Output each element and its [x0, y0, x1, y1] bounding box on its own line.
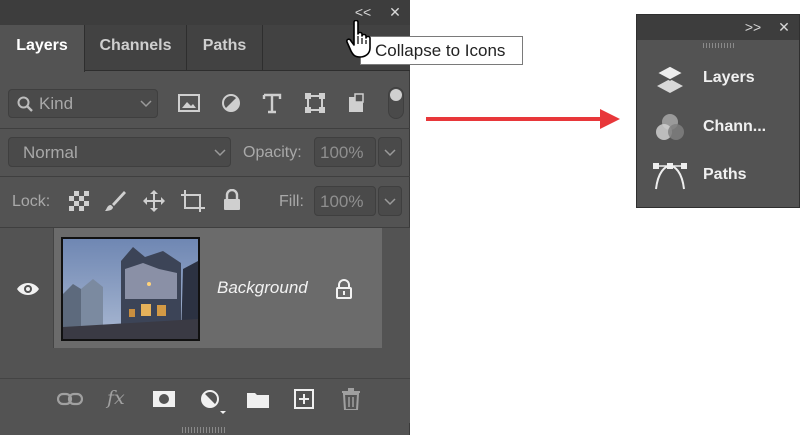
collapsed-panel-titlebar: >> ✕	[637, 15, 799, 40]
layer-item-background[interactable]: Background	[54, 228, 382, 348]
opacity-dropdown-button[interactable]	[378, 137, 402, 167]
tab-channels[interactable]: Channels	[85, 25, 187, 71]
eye-icon	[17, 283, 39, 295]
collapsed-item-label: Chann...	[703, 118, 767, 135]
layer-row[interactable]: Background	[0, 228, 382, 348]
layers-icon	[655, 65, 685, 93]
close-icon: ✕	[778, 19, 790, 35]
collapsed-item-label: Layers	[703, 69, 755, 86]
tab-layers[interactable]: Layers	[0, 25, 85, 72]
collapsed-item-label: Paths	[703, 166, 747, 183]
folder-icon[interactable]	[247, 390, 269, 408]
lock-label: Lock:	[12, 193, 51, 210]
layer-visibility-toggle[interactable]	[0, 228, 54, 348]
pixel-layer-filter-icon[interactable]	[178, 93, 200, 113]
toggle-knob	[390, 89, 402, 101]
fill-input[interactable]: 100%	[314, 186, 376, 216]
search-icon	[17, 96, 33, 112]
opacity-label: Opacity:	[243, 144, 302, 161]
fill-value: 100%	[320, 192, 364, 211]
lock-artboard-icon[interactable]	[180, 189, 206, 213]
layer-lock-icon[interactable]	[335, 279, 353, 299]
tab-paths[interactable]: Paths	[187, 25, 263, 71]
panel-drag-grip[interactable]	[703, 43, 735, 48]
paths-icon	[653, 163, 687, 190]
lock-position-move-icon[interactable]	[142, 189, 166, 213]
shape-layer-filter-icon[interactable]	[304, 92, 326, 114]
smart-object-filter-icon[interactable]	[346, 92, 366, 114]
add-mask-icon[interactable]	[153, 389, 175, 409]
blend-mode-dropdown[interactable]: Normal	[8, 137, 231, 167]
panel-resize-grip[interactable]	[182, 427, 226, 433]
chevron-down-icon	[384, 149, 396, 157]
screenshot-stage: << ✕ Layers Channels Paths Kind Normal O…	[0, 0, 800, 435]
street-photo-thumbnail	[63, 239, 198, 339]
double-chevron-right-icon: >>	[744, 19, 762, 35]
tooltip: Collapse to Icons	[360, 36, 523, 65]
channels-icon	[656, 114, 684, 140]
lock-image-pixels-brush-icon[interactable]	[103, 189, 127, 213]
lock-transparent-pixels-icon[interactable]	[69, 191, 89, 211]
type-layer-filter-icon[interactable]	[262, 92, 282, 114]
fx-icon[interactable]: fx	[107, 387, 125, 409]
collapse-to-icons-button[interactable]: <<	[354, 3, 372, 21]
collapsed-item-layers[interactable]: Layers	[637, 59, 799, 99]
layers-empty-area	[0, 348, 382, 378]
adjustment-layer-icon[interactable]	[200, 389, 228, 415]
chevron-down-icon	[384, 198, 396, 206]
layers-scrollbar[interactable]	[382, 228, 410, 378]
hand-pointer-cursor-icon	[346, 20, 371, 58]
opacity-input[interactable]: 100%	[314, 137, 376, 167]
collapsed-item-channels[interactable]: Chann...	[637, 108, 799, 148]
new-layer-icon[interactable]	[294, 389, 314, 409]
trash-icon[interactable]	[342, 388, 360, 410]
filter-toggle-switch[interactable]	[388, 87, 404, 119]
filter-kind-dropdown[interactable]: Kind	[8, 89, 158, 118]
layers-bottom-toolbar: fx	[0, 378, 410, 423]
layer-thumbnail[interactable]	[61, 237, 200, 341]
collapsed-icon-panel: >> ✕ Layers Chann... Paths	[636, 14, 800, 208]
layers-panel-expanded: << ✕ Layers Channels Paths Kind Normal O…	[0, 0, 410, 435]
chevron-down-icon	[214, 149, 226, 157]
divider	[0, 128, 410, 129]
divider	[0, 176, 410, 177]
close-panel-button[interactable]: ✕	[386, 3, 404, 21]
red-arrow-icon	[426, 109, 620, 129]
fill-dropdown-button[interactable]	[378, 186, 402, 216]
opacity-value: 100%	[320, 143, 364, 162]
double-chevron-left-icon: <<	[354, 4, 372, 20]
chevron-down-icon	[140, 100, 152, 108]
close-panel-button[interactable]: ✕	[775, 18, 793, 36]
link-icon[interactable]	[57, 391, 83, 407]
expand-panels-button[interactable]: >>	[744, 18, 762, 36]
filter-kind-label: Kind	[39, 94, 74, 113]
fill-label: Fill:	[279, 193, 304, 210]
lock-all-icon[interactable]	[222, 189, 242, 211]
collapsed-item-paths[interactable]: Paths	[637, 156, 799, 196]
adjustment-layer-filter-icon[interactable]	[221, 93, 241, 113]
layer-name: Background	[217, 278, 308, 297]
close-icon: ✕	[389, 4, 401, 20]
blend-mode-value: Normal	[23, 143, 78, 162]
